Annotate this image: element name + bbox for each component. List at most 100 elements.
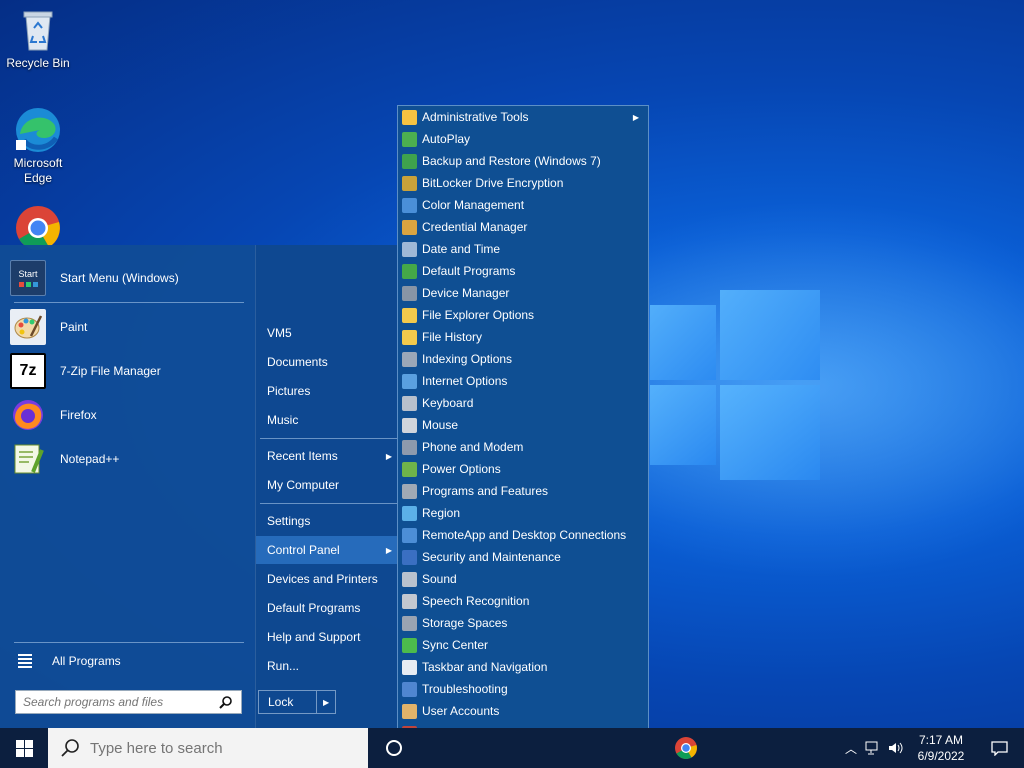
cp-item-file-explorer-options[interactable]: File Explorer Options bbox=[398, 304, 648, 326]
cp-item-color-management[interactable]: Color Management bbox=[398, 194, 648, 216]
right-item-label: Settings bbox=[267, 514, 311, 528]
troubleshooting-icon bbox=[402, 681, 417, 697]
bitlocker-drive-encryption-icon bbox=[402, 175, 417, 191]
cp-item-file-history[interactable]: File History bbox=[398, 326, 648, 348]
desktop-icon-edge[interactable]: Microsoft Edge bbox=[0, 106, 76, 186]
pinned-start-menu-windows[interactable]: Start Start Menu (Windows) bbox=[10, 258, 250, 298]
pinned-7zip[interactable]: 7z 7-Zip File Manager bbox=[10, 351, 250, 391]
right-item-default-programs[interactable]: Default Programs bbox=[256, 594, 399, 622]
pinned-notepadpp[interactable]: Notepad++ bbox=[10, 439, 250, 479]
cp-item-troubleshooting[interactable]: Troubleshooting bbox=[398, 678, 648, 700]
cortana-icon bbox=[386, 740, 402, 756]
pinned-paint[interactable]: Paint bbox=[10, 307, 250, 347]
cp-item-label: Device Manager bbox=[422, 286, 510, 300]
cp-item-region[interactable]: Region bbox=[398, 502, 648, 524]
cp-item-default-programs[interactable]: Default Programs bbox=[398, 260, 648, 282]
edge-icon bbox=[14, 106, 62, 154]
cp-item-credential-manager[interactable]: Credential Manager bbox=[398, 216, 648, 238]
firefox-icon bbox=[10, 397, 46, 433]
search-icon bbox=[61, 739, 79, 757]
list-icon-line bbox=[18, 658, 32, 660]
cp-item-administrative-tools[interactable]: Administrative Tools ▶ bbox=[398, 106, 648, 128]
cp-item-mouse[interactable]: Mouse bbox=[398, 414, 648, 436]
list-icon-line bbox=[18, 654, 32, 656]
clock-time: 7:17 AM bbox=[918, 733, 964, 747]
cp-item-label: User Accounts bbox=[422, 704, 500, 718]
right-item-control-panel[interactable]: Control Panel ▶ bbox=[256, 536, 399, 564]
cp-item-sync-center[interactable]: Sync Center bbox=[398, 634, 648, 656]
right-item-recent-items[interactable]: Recent Items ▶ bbox=[256, 442, 399, 470]
task-view-button[interactable] bbox=[370, 728, 418, 768]
cp-item-power-options[interactable]: Power Options bbox=[398, 458, 648, 480]
desktop-icon-label: Microsoft Edge bbox=[13, 156, 63, 185]
right-item-label: Recent Items bbox=[267, 449, 338, 463]
notification-icon[interactable] bbox=[974, 740, 1024, 756]
cp-item-keyboard[interactable]: Keyboard bbox=[398, 392, 648, 414]
cp-item-backup-and-restore-windows-7[interactable]: Backup and Restore (Windows 7) bbox=[398, 150, 648, 172]
cp-item-sound[interactable]: Sound bbox=[398, 568, 648, 590]
color-management-icon bbox=[402, 197, 417, 213]
cp-item-label: Region bbox=[422, 506, 461, 520]
cp-item-label: Credential Manager bbox=[422, 220, 528, 234]
pinned-label: Notepad++ bbox=[60, 452, 120, 466]
right-item-devices-and-printers[interactable]: Devices and Printers bbox=[256, 565, 399, 593]
volume-icon[interactable] bbox=[884, 741, 908, 755]
speech-recognition-icon bbox=[402, 593, 417, 609]
right-item-label: Run... bbox=[267, 659, 300, 673]
autoplay-icon bbox=[402, 131, 417, 147]
submenu-arrow-icon: ▶ bbox=[632, 112, 639, 122]
cp-item-storage-spaces[interactable]: Storage Spaces bbox=[398, 612, 648, 634]
cp-item-programs-and-features[interactable]: Programs and Features bbox=[398, 480, 648, 502]
cp-item-phone-and-modem[interactable]: Phone and Modem bbox=[398, 436, 648, 458]
wallpaper-pane bbox=[650, 385, 716, 465]
phone-and-modem-icon bbox=[402, 439, 417, 455]
right-item-label: Help and Support bbox=[267, 630, 361, 644]
cp-item-bitlocker-drive-encryption[interactable]: BitLocker Drive Encryption bbox=[398, 172, 648, 194]
cp-item-device-manager[interactable]: Device Manager bbox=[398, 282, 648, 304]
cp-item-taskbar-and-navigation[interactable]: Taskbar and Navigation bbox=[398, 656, 648, 678]
cp-item-date-and-time[interactable]: Date and Time bbox=[398, 238, 648, 260]
pinned-firefox[interactable]: Firefox bbox=[10, 395, 250, 435]
right-item-settings[interactable]: Settings bbox=[256, 507, 399, 535]
start-search-box[interactable] bbox=[15, 690, 242, 714]
cp-item-internet-options[interactable]: Internet Options bbox=[398, 370, 648, 392]
right-item-run[interactable]: Run... bbox=[256, 652, 399, 680]
search-icon[interactable] bbox=[216, 695, 234, 709]
all-programs-button[interactable]: All Programs bbox=[10, 646, 250, 676]
network-icon[interactable] bbox=[862, 741, 884, 755]
taskbar-search-box[interactable] bbox=[48, 728, 368, 768]
right-item-label: Devices and Printers bbox=[267, 572, 378, 586]
cp-item-security-and-maintenance[interactable]: Security and Maintenance bbox=[398, 546, 648, 568]
right-item-vm5[interactable]: VM5 bbox=[256, 319, 399, 347]
desktop-icon-recycle-bin[interactable]: Recycle Bin bbox=[0, 6, 76, 71]
start-menu-icon-badge: Start bbox=[18, 269, 38, 279]
7zip-icon: 7z bbox=[10, 353, 46, 389]
start-menu-icon: Start bbox=[10, 260, 46, 296]
cp-item-label: BitLocker Drive Encryption bbox=[422, 176, 564, 190]
cp-item-autoplay[interactable]: AutoPlay bbox=[398, 128, 648, 150]
right-item-documents[interactable]: Documents bbox=[256, 348, 399, 376]
right-item-music[interactable]: Music bbox=[256, 406, 399, 434]
all-programs-separator bbox=[14, 642, 244, 643]
chrome-icon bbox=[675, 737, 697, 759]
right-item-pictures[interactable]: Pictures bbox=[256, 377, 399, 405]
taskbar-clock[interactable]: 7:17 AM 6/9/2022 bbox=[908, 732, 974, 764]
start-button[interactable] bbox=[0, 728, 48, 768]
cp-item-speech-recognition[interactable]: Speech Recognition bbox=[398, 590, 648, 612]
taskbar: ︿ 7:17 AM 6/9/2022 bbox=[0, 728, 1024, 768]
taskbar-search-input[interactable] bbox=[90, 739, 350, 757]
cp-item-label: Internet Options bbox=[422, 374, 508, 388]
taskbar-and-navigation-icon bbox=[402, 659, 417, 675]
clock-date: 6/9/2022 bbox=[917, 749, 965, 763]
cp-item-remoteapp-and-desktop-connections[interactable]: RemoteApp and Desktop Connections bbox=[398, 524, 648, 546]
lock-button[interactable]: Lock ▶ bbox=[258, 690, 336, 714]
chevron-up-icon[interactable]: ︿ bbox=[840, 740, 862, 757]
start-search-input[interactable] bbox=[16, 692, 216, 712]
taskbar-chrome-button[interactable] bbox=[662, 728, 710, 768]
cp-item-indexing-options[interactable]: Indexing Options bbox=[398, 348, 648, 370]
right-item-help-and-support[interactable]: Help and Support bbox=[256, 623, 399, 651]
right-item-my-computer[interactable]: My Computer bbox=[256, 471, 399, 499]
system-tray: ︿ 7:17 AM 6/9/2022 bbox=[840, 728, 1024, 768]
lock-options-arrow-icon[interactable]: ▶ bbox=[316, 691, 335, 713]
cp-item-user-accounts[interactable]: User Accounts bbox=[398, 700, 648, 722]
